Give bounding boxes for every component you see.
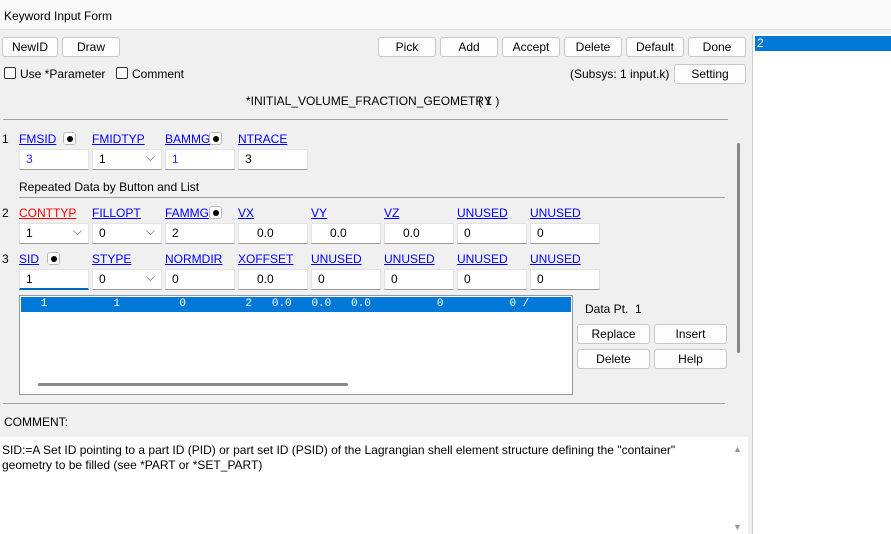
replace-button[interactable]: Replace — [577, 324, 650, 344]
field-label-stype[interactable]: STYPE — [92, 252, 131, 266]
input-bammg[interactable]: 1 — [165, 149, 235, 170]
comment-text[interactable]: SID:=A Set ID pointing to a part ID (PID… — [0, 437, 748, 534]
use-parameter-label: Use *Parameter — [20, 67, 106, 81]
add-button[interactable]: Add — [440, 37, 498, 57]
pick-dot-button[interactable] — [209, 132, 222, 145]
card-number: 3 — [2, 252, 9, 266]
input-normdir[interactable]: 0 — [165, 269, 235, 290]
list-delete-button[interactable]: Delete — [577, 349, 650, 369]
field-label-fmsid[interactable]: FMSID — [19, 132, 56, 146]
data-pt-value: 1 — [635, 302, 642, 316]
input-xoffset[interactable]: 0.0 — [238, 269, 308, 290]
input-vx[interactable]: 0.0 — [238, 223, 308, 244]
keyword-name: *INITIAL_VOLUME_FRACTION_GEOMETRY — [246, 94, 492, 108]
field-label-unused[interactable]: UNUSED — [457, 206, 508, 220]
input-unused[interactable]: 0 — [530, 223, 600, 244]
insert-button[interactable]: Insert — [654, 324, 727, 344]
pick-dot-button[interactable] — [63, 132, 76, 145]
field-label-vy[interactable]: VY — [311, 206, 327, 220]
scroll-down-icon[interactable]: ▼ — [733, 522, 742, 532]
divider — [3, 403, 725, 404]
select-fmidtyp[interactable]: 1 — [92, 148, 162, 170]
help-button[interactable]: Help — [654, 349, 727, 369]
list-row[interactable]: 1 1 0 2 0.0 0.0 0.0 0 0 / — [21, 297, 571, 312]
field-label-fmidtyp[interactable]: FMIDTYP — [92, 132, 145, 146]
field-label-bammg[interactable]: BAMMG — [165, 132, 210, 146]
card-number: 1 — [2, 132, 9, 146]
draw-button[interactable]: Draw — [62, 37, 120, 57]
input-fmsid[interactable]: 3 — [19, 149, 89, 170]
setting-button[interactable]: Setting — [674, 64, 746, 84]
card-number: 2 — [2, 206, 9, 220]
comment-label: COMMENT: — [4, 415, 68, 429]
field-label-unused[interactable]: UNUSED — [384, 252, 435, 266]
field-label-xoffset[interactable]: XOFFSET — [238, 252, 293, 266]
repeated-data-label: Repeated Data by Button and List — [19, 180, 200, 194]
input-vy[interactable]: 0.0 — [311, 223, 381, 244]
field-label-unused[interactable]: UNUSED — [311, 252, 362, 266]
done-button[interactable]: Done — [688, 37, 746, 57]
pick-button[interactable]: Pick — [378, 37, 436, 57]
field-label-fammg[interactable]: FAMMG — [165, 206, 209, 220]
field-label-vx[interactable]: VX — [238, 206, 254, 220]
right-list-item[interactable]: 2 — [755, 36, 891, 51]
delete-button[interactable]: Delete — [564, 37, 622, 57]
vertical-scrollbar[interactable] — [737, 143, 740, 353]
pick-dot-button[interactable] — [47, 252, 60, 265]
comment-checkbox-label: Comment — [132, 67, 185, 81]
select-fillopt[interactable]: 0 — [92, 222, 162, 244]
field-label-conttyp[interactable]: CONTTYP — [19, 206, 76, 220]
right-id-list[interactable]: 2 — [752, 34, 891, 534]
input-ntrace[interactable]: 3 — [238, 149, 308, 170]
field-label-vz[interactable]: VZ — [384, 206, 399, 220]
default-button[interactable]: Default — [626, 37, 684, 57]
use-parameter-checkbox[interactable] — [4, 67, 16, 79]
input-fammg[interactable]: 2 — [165, 223, 235, 244]
divider — [3, 119, 728, 120]
comment-checkbox[interactable] — [116, 67, 128, 79]
input-sid[interactable]: 1 — [19, 269, 89, 290]
input-unused[interactable]: 0 — [311, 269, 381, 290]
field-label-unused[interactable]: UNUSED — [457, 252, 508, 266]
field-label-normdir[interactable]: NORMDIR — [165, 252, 222, 266]
horizontal-scrollbar[interactable] — [38, 383, 348, 386]
field-label-fillopt[interactable]: FILLOPT — [92, 206, 141, 220]
scroll-up-icon[interactable]: ▲ — [733, 444, 742, 454]
field-label-ntrace[interactable]: NTRACE — [238, 132, 287, 146]
data-pt-label: Data Pt. — [585, 302, 629, 316]
field-label-unused[interactable]: UNUSED — [530, 206, 581, 220]
input-unused[interactable]: 0 — [457, 269, 527, 290]
input-unused[interactable]: 0 — [530, 269, 600, 290]
divider — [19, 197, 725, 198]
input-unused[interactable]: 0 — [457, 223, 527, 244]
keyword-count: ( 1 ) — [478, 94, 500, 108]
pick-dot-button[interactable] — [209, 206, 222, 219]
window-title: Keyword Input Form — [4, 9, 113, 23]
data-list[interactable]: 1 1 0 2 0.0 0.0 0.0 0 0 / — [19, 295, 573, 395]
field-label-sid[interactable]: SID — [19, 252, 39, 266]
input-vz[interactable]: 0.0 — [384, 223, 454, 244]
accept-button[interactable]: Accept — [502, 37, 560, 57]
subsys-label: (Subsys: 1 input.k) — [570, 67, 670, 81]
input-unused[interactable]: 0 — [384, 269, 454, 290]
select-stype[interactable]: 0 — [92, 268, 162, 290]
newid-button[interactable]: NewID — [2, 37, 58, 57]
select-conttyp[interactable]: 1 — [19, 222, 89, 244]
title-bar — [0, 0, 891, 30]
field-label-unused[interactable]: UNUSED — [530, 252, 581, 266]
